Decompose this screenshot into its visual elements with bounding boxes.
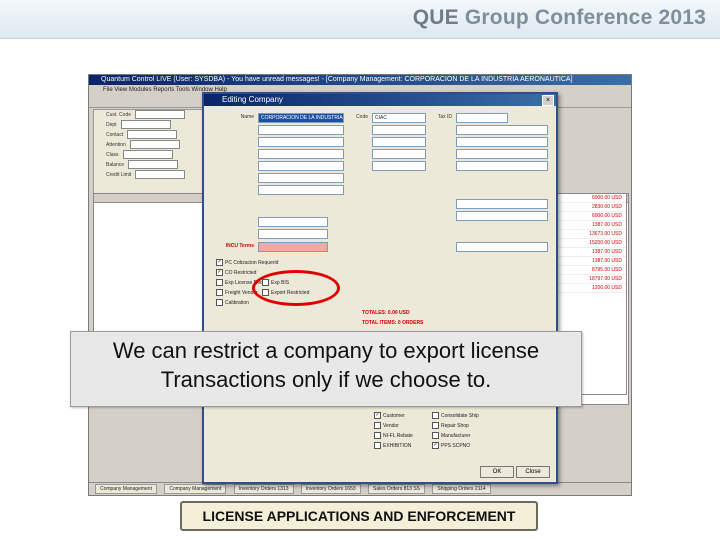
checkbox-customer[interactable]: Customer bbox=[374, 412, 405, 419]
left-row: Contact bbox=[94, 130, 204, 140]
dialog-field[interactable] bbox=[456, 242, 548, 252]
checkbox-exhibition[interactable]: EXHIBITION bbox=[374, 442, 411, 449]
checkbox-cotizacion[interactable]: PC Cotizacion Requerid bbox=[216, 259, 278, 266]
value-cell: 2830.00 USD bbox=[550, 203, 626, 212]
incu-terms-field[interactable] bbox=[258, 242, 328, 252]
dialog-field[interactable] bbox=[372, 161, 426, 171]
value-cell: 1387.00 USD bbox=[550, 248, 626, 257]
dialog-title: Editing Company bbox=[222, 95, 283, 104]
left-row: Credit Limit bbox=[94, 170, 204, 180]
task-tab[interactable]: Company Management bbox=[164, 484, 227, 494]
checkbox-pps[interactable]: PPS SCPNO bbox=[432, 442, 470, 449]
value-cell: 1200.00 USD bbox=[550, 284, 626, 293]
code-field[interactable]: CIAC bbox=[372, 113, 426, 123]
task-tab[interactable]: Shipping Orders 2114 bbox=[432, 484, 491, 494]
dialog-field[interactable] bbox=[372, 137, 426, 147]
value-cell: 8795.00 USD bbox=[550, 266, 626, 275]
code-label: Code bbox=[356, 114, 368, 120]
totals-warning: TOTALES: 0.00 USD TOTAL ITEMS: 0 ORDERS bbox=[362, 308, 544, 328]
close-icon[interactable]: × bbox=[542, 95, 554, 106]
left-row: Cust. Code bbox=[94, 110, 204, 120]
checkbox-co-restricted[interactable]: CO Restricted bbox=[216, 269, 256, 276]
dialog-field[interactable] bbox=[258, 125, 344, 135]
checkbox-vendor[interactable]: Vendor bbox=[374, 422, 399, 429]
dialog-title-bar: Editing Company × bbox=[204, 94, 556, 106]
name-field[interactable]: CORPORACION DE LA INDUSTRIA bbox=[258, 113, 344, 123]
left-row: Attention bbox=[94, 140, 204, 150]
task-tab[interactable]: Sales Orders 813 SS bbox=[368, 484, 425, 494]
checkbox-calibration[interactable]: Calibration bbox=[216, 299, 249, 306]
totals-items-line: TOTAL ITEMS: 0 ORDERS bbox=[362, 320, 424, 326]
ok-button[interactable]: OK bbox=[480, 466, 514, 478]
tax-id-label: Tax ID bbox=[437, 114, 452, 120]
dialog-field[interactable] bbox=[456, 211, 548, 221]
task-tab[interactable]: Inventory Orders 1313 bbox=[233, 484, 294, 494]
dialog-field[interactable] bbox=[258, 217, 328, 227]
app-title-bar: Quantum Control LIVE (User: SYSDBA) - Yo… bbox=[89, 75, 631, 85]
conference-header: QUE Group Conference 2013 bbox=[0, 0, 720, 39]
incu-terms-label: INCU Terms bbox=[225, 243, 254, 249]
dialog-field[interactable] bbox=[258, 137, 344, 147]
conference-title-group: Group Conference 2013 bbox=[464, 6, 706, 29]
dialog-field[interactable] bbox=[258, 185, 344, 195]
checkbox-consolidate-ship[interactable]: Consolidate Ship bbox=[432, 412, 479, 419]
value-cell: 1387.00 USD bbox=[550, 221, 626, 230]
name-label: Name bbox=[240, 114, 254, 120]
dialog-field[interactable] bbox=[372, 149, 426, 159]
dialog-field[interactable] bbox=[456, 149, 548, 159]
dialog-field[interactable] bbox=[258, 173, 344, 183]
left-row: Dept bbox=[94, 120, 204, 130]
conference-title-que: QUE bbox=[412, 6, 459, 29]
caption-line-2: Transactions only if we choose to. bbox=[160, 367, 492, 392]
task-tab[interactable]: Company Management bbox=[95, 484, 157, 494]
checkbox-manufacturer[interactable]: Manufacturer bbox=[432, 432, 470, 439]
close-button[interactable]: Close bbox=[516, 466, 550, 478]
value-cell: 15200.00 USD bbox=[550, 239, 626, 248]
dialog-field[interactable] bbox=[372, 125, 426, 135]
caption-line-1: We can restrict a company to export lice… bbox=[112, 338, 540, 363]
dialog-field[interactable] bbox=[456, 199, 548, 209]
dialog-field[interactable] bbox=[258, 161, 344, 171]
dialog-field[interactable] bbox=[456, 137, 548, 147]
dialog-field[interactable] bbox=[456, 125, 548, 135]
dialog-field[interactable] bbox=[456, 161, 548, 171]
conference-title: QUE Group Conference 2013 bbox=[413, 6, 706, 30]
totals-line: TOTALES: 0.00 USD bbox=[362, 310, 410, 316]
dialog-field[interactable] bbox=[258, 149, 344, 159]
value-cell: 6000.00 USD bbox=[550, 212, 626, 221]
caption-box: We can restrict a company to export lice… bbox=[70, 331, 582, 407]
left-row: Balance bbox=[94, 160, 204, 170]
checkbox-rebate[interactable]: NI-FL Rebate bbox=[374, 432, 413, 439]
value-cell: 13673.00 USD bbox=[550, 230, 626, 239]
task-tab[interactable]: Inventory Orders 1653 bbox=[300, 484, 361, 494]
value-cell: 1387.00 USD bbox=[550, 257, 626, 266]
checkbox-repair-shop[interactable]: Repair Shop bbox=[432, 422, 469, 429]
value-cell: 6000.00 USD bbox=[550, 194, 626, 203]
tax-id-field[interactable] bbox=[456, 113, 508, 123]
dialog-field[interactable] bbox=[258, 229, 328, 239]
left-row: Class bbox=[94, 150, 204, 160]
footer-label: LICENSE APPLICATIONS AND ENFORCEMENT bbox=[180, 501, 538, 531]
value-cell: 18797.00 USD bbox=[550, 275, 626, 284]
highlight-circle bbox=[252, 270, 340, 306]
